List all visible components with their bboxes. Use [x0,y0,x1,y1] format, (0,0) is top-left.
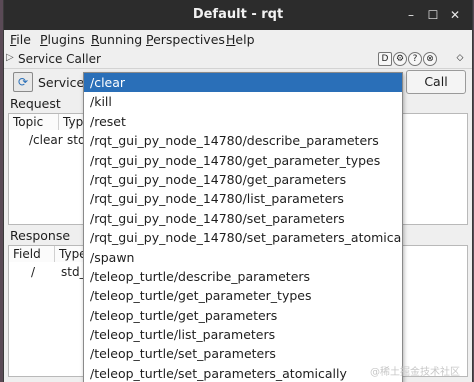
menu-plugins[interactable]: Plugins [40,32,85,47]
close-icon[interactable]: ✕ [448,8,462,22]
dropdown-option[interactable]: /rqt_gui_py_node_14780/get_parameter_typ… [84,151,402,170]
title-bar[interactable]: Default - rqt – ☐ ✕ [4,0,472,30]
service-label: Service [38,75,85,90]
dock-d-icon[interactable]: D [378,52,392,66]
window-title: Default - rqt [192,7,284,22]
plugin-title: Service Caller [18,52,101,66]
response-label: Response [10,228,71,243]
dropdown-option[interactable]: /clear [84,73,402,93]
menu-file[interactable]: File [10,32,31,47]
menu-running[interactable]: Running [91,32,142,47]
dropdown-option[interactable]: /teleop_turtle/list_parameters [84,325,402,344]
column-field[interactable]: Field [9,246,55,262]
plugin-title-bar: ▷ Service Caller D ⚙ ? ⊗ ◇ [4,50,472,69]
close-plugin-icon[interactable]: ⊗ [423,52,437,66]
response-field-cell[interactable]: / [31,265,35,279]
gear-icon[interactable]: ⚙ [393,52,407,66]
response-type-cell[interactable]: std_ [61,265,86,279]
collapse-triangle-icon[interactable]: ▷ [6,52,14,63]
dropdown-option[interactable]: /rqt_gui_py_node_14780/list_parameters [84,189,402,208]
dropdown-option[interactable]: /teleop_turtle/get_parameters [84,306,402,325]
dropdown-option[interactable]: /kill [84,92,402,111]
refresh-button[interactable]: ⟳ [13,72,33,92]
menu-help[interactable]: Help [226,32,255,47]
dropdown-option[interactable]: /rqt_gui_py_node_14780/set_parameters [84,209,402,228]
minimize-icon[interactable]: – [404,8,418,22]
watermark-text: @稀土掘金技术社区 [370,367,460,378]
menu-perspectives[interactable]: Perspectives [146,32,225,47]
request-label: Request [10,96,61,111]
dropdown-option[interactable]: /teleop_turtle/get_parameter_types [84,286,402,305]
dropdown-option[interactable]: /teleop_turtle/describe_parameters [84,267,402,286]
float-icon[interactable]: ◇ [454,52,466,64]
menu-bar: File Plugins Running Perspectives Help [4,30,472,50]
dropdown-option[interactable]: /rqt_gui_py_node_14780/describe_paramete… [84,131,402,150]
app-window: Default - rqt – ☐ ✕ File Plugins Running… [3,0,473,382]
help-icon[interactable]: ? [408,52,422,66]
column-topic[interactable]: Topic [9,114,59,130]
maximize-icon[interactable]: ☐ [426,8,440,22]
dropdown-option[interactable]: /spawn [84,248,402,267]
dropdown-option[interactable]: /reset [84,112,402,131]
dropdown-option[interactable]: /teleop_turtle/set_parameters [84,344,402,363]
call-button[interactable]: Call [406,70,466,94]
dropdown-option[interactable]: /teleop_turtle/set_parameters_atomically [84,364,402,382]
dropdown-option[interactable]: /rqt_gui_py_node_14780/get_parameters [84,170,402,189]
service-dropdown-list[interactable]: /clear/kill/reset/rqt_gui_py_node_14780/… [83,72,403,382]
request-topic-cell[interactable]: /clear [29,133,63,147]
dropdown-option[interactable]: /rqt_gui_py_node_14780/set_parameters_at… [84,228,402,247]
refresh-icon: ⟳ [17,75,29,89]
